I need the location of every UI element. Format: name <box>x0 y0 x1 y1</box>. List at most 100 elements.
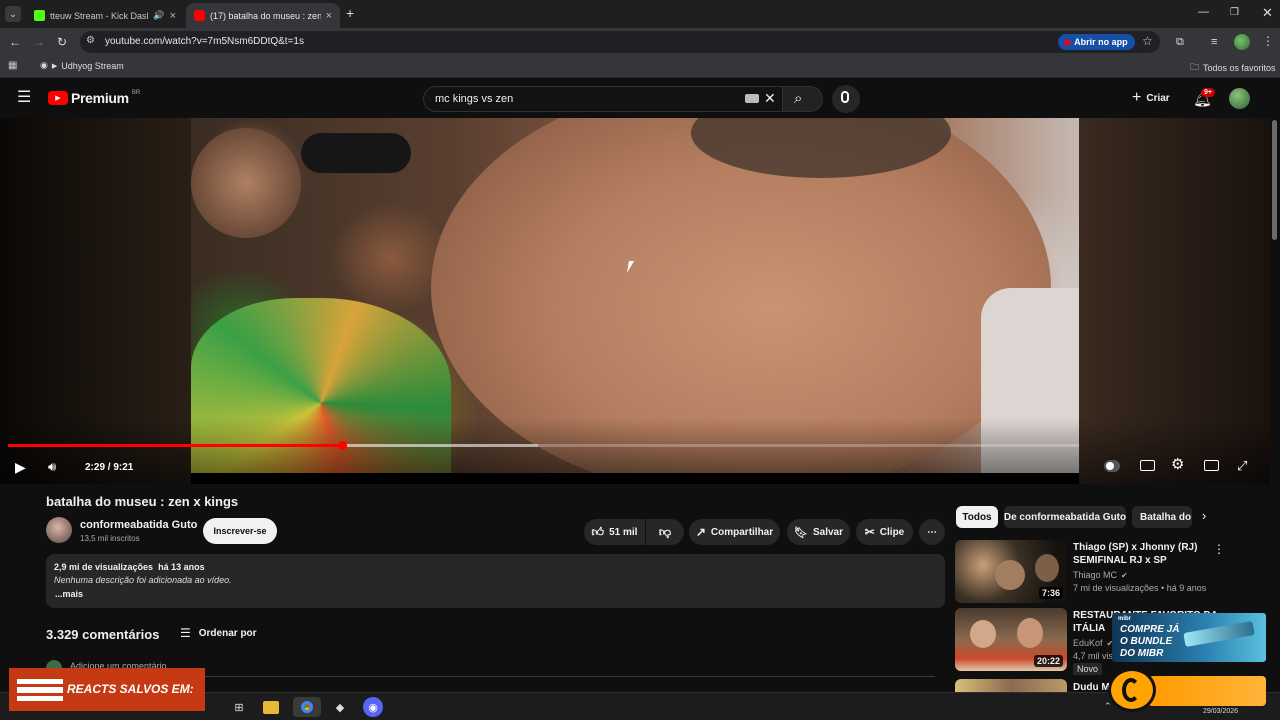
create-button[interactable]: + Criar <box>1132 89 1170 106</box>
app-icon-diamond[interactable]: ◆ <box>330 697 350 717</box>
recommendation-item[interactable]: 7:36 Thiago (SP) x Jhonny (RJ) SEMIFINAL… <box>955 540 1265 605</box>
thumb-face <box>995 560 1025 590</box>
account-avatar[interactable] <box>1229 88 1250 109</box>
plus-icon: + <box>1132 89 1142 106</box>
fullscreen-icon[interactable]: ⤢ <box>1237 458 1247 474</box>
hamburger-menu-icon[interactable]: ☰ <box>17 90 31 106</box>
share-button[interactable]: ↗ Compartilhar <box>689 519 780 545</box>
close-tab-icon[interactable]: × <box>326 10 332 22</box>
app-icon-discord[interactable]: ◉ <box>363 697 383 717</box>
mibr-promo-banner: mibr COMPRE JÁ O BUNDLE DO MIBR <box>1112 613 1266 662</box>
brand-mark <box>1122 678 1140 702</box>
reload-icon[interactable]: ↻ <box>57 35 67 49</box>
save-button[interactable]: 🔖︎ Salvar <box>787 519 850 545</box>
tab-search-button[interactable]: ⌄ <box>5 6 21 22</box>
tab-title: (17) batalha do museu : zen x k <box>210 10 321 21</box>
search-button[interactable]: ⌕ <box>783 86 823 112</box>
play-icon[interactable]: ▶ <box>15 459 26 475</box>
forward-icon[interactable]: → <box>33 35 45 49</box>
like-button[interactable]: 👍︎ 51 mil <box>584 519 645 545</box>
controls-gradient <box>0 418 1270 484</box>
thumbs-down-icon: 👎︎ <box>658 524 672 539</box>
back-icon[interactable]: ← <box>9 35 21 49</box>
settings-gear-icon[interactable]: ⚙ <box>1171 457 1184 473</box>
video-thumbnail[interactable] <box>955 679 1067 692</box>
clear-search-icon[interactable]: ✕ <box>764 90 776 107</box>
clip-label: Clipe <box>879 526 905 538</box>
video-player[interactable]: ▶ 🔊︎ 2:29 / 9:21 ⚙ ⤢ <box>0 118 1270 484</box>
browser-menu-icon[interactable]: ⋮ <box>1262 34 1274 48</box>
youtube-favicon-icon <box>194 10 205 21</box>
chip-related[interactable]: Batalha do <box>1132 506 1192 528</box>
close-tab-icon[interactable]: × <box>170 10 176 22</box>
thumbs-up-icon: 👍︎ <box>591 524 605 539</box>
page-scrollbar[interactable] <box>1270 118 1280 692</box>
site-info-icon[interactable]: ⚙ <box>86 35 95 46</box>
youtube-premium-logo[interactable]: ▶ Premium BR <box>48 90 140 106</box>
tab-youtube[interactable]: (17) batalha do museu : zen x k × <box>186 3 340 28</box>
tab-title: tteuw Stream - Kick Dashbo <box>50 10 148 21</box>
channel-label: Thiago MC <box>1073 570 1118 580</box>
recommendation-menu-icon[interactable]: ⋮ <box>1213 542 1225 556</box>
chip-all[interactable]: Todos <box>956 506 998 528</box>
description-box[interactable]: 2,9 mi de visualizações há 13 anos Nenhu… <box>46 554 945 608</box>
playlist-icon[interactable]: ≡ <box>1211 35 1217 49</box>
chips-next-icon[interactable]: › <box>1202 508 1206 523</box>
open-in-app-button[interactable]: ▶ Abrir no app <box>1058 34 1135 50</box>
new-tab-button[interactable]: + <box>346 5 354 21</box>
close-window-icon[interactable]: ✕ <box>1262 5 1273 21</box>
chrome-icon[interactable] <box>293 697 321 717</box>
scrollbar-thumb[interactable] <box>1272 120 1277 240</box>
video-title: batalha do museu : zen x kings <box>46 494 239 509</box>
profile-avatar[interactable] <box>1234 34 1250 50</box>
verified-icon: ✔ <box>1121 570 1128 580</box>
new-badge: Novo <box>1073 663 1103 675</box>
promo-line-3: DO MIBR <box>1120 648 1164 659</box>
url-bar[interactable]: ⚙ youtube.com/watch?v=7m5Nsm6DDtQ&t=1s ▶… <box>80 31 1160 53</box>
channel-name[interactable]: conformeabatida Guto <box>80 519 197 531</box>
face-background-left <box>191 128 301 238</box>
keyboard-icon[interactable] <box>745 94 759 103</box>
stream-brand-overlay <box>1108 668 1268 712</box>
volume-icon[interactable]: 🔊︎ <box>48 459 56 475</box>
extensions-icon[interactable]: ⧉ <box>1176 35 1184 49</box>
voice-search-button[interactable] <box>832 85 860 113</box>
search-input[interactable]: mc kings vs zen ✕ <box>423 86 783 112</box>
comments-count: 3.329 comentários <box>46 627 160 642</box>
tab-kick-dashboard[interactable]: tteuw Stream - Kick Dashbo 🔊 × <box>26 3 184 28</box>
restore-icon[interactable]: ❐ <box>1230 7 1239 18</box>
share-label: Compartilhar <box>710 526 774 538</box>
bookmark-star-icon[interactable]: ☆ <box>1142 34 1153 48</box>
task-view-icon[interactable]: ⊞ <box>229 697 249 717</box>
file-explorer-icon[interactable] <box>263 701 279 714</box>
clip-button[interactable]: ✂ Clipe <box>856 519 913 545</box>
subscribe-button[interactable]: Inscrever-se <box>203 518 277 544</box>
theater-mode-icon[interactable] <box>1204 460 1219 471</box>
sort-comments-button[interactable]: ☰ Ordenar por <box>180 626 257 640</box>
youtube-small-icon: ▶ <box>1065 37 1075 47</box>
bookmark-udhyog[interactable]: ◉ ▶ Udhyog Stream <box>40 60 124 71</box>
folder-icon: 🗀 <box>1190 62 1200 72</box>
like-count: 51 mil <box>609 526 638 538</box>
video-thumbnail[interactable]: 7:36 <box>955 540 1067 603</box>
chip-from-channel[interactable]: De conformeabatida Guto <box>1004 506 1126 528</box>
reacts-overlay: REACTS SALVOS EM: <box>9 668 205 711</box>
notifications-button[interactable]: 🔔︎ 9+ <box>1193 88 1215 109</box>
minimize-icon[interactable]: — <box>1198 6 1209 18</box>
all-bookmarks[interactable]: 🗀 Todos os favoritos <box>1190 60 1276 76</box>
thumb-face <box>1035 554 1059 582</box>
sort-label: Ordenar por <box>198 627 257 639</box>
apps-grid-icon[interactable]: ▦ <box>8 60 17 71</box>
video-thumbnail[interactable]: 20:22 <box>955 608 1067 671</box>
dislike-button[interactable]: 👎︎ <box>646 519 684 545</box>
subtitles-icon[interactable] <box>1140 460 1155 471</box>
browser-tab-bar: ⌄ tteuw Stream - Kick Dashbo 🔊 × (17) ba… <box>0 0 1280 28</box>
share-arrow-icon: ↗ <box>695 525 706 539</box>
channel-avatar[interactable] <box>46 517 72 543</box>
more-actions-button[interactable]: ⋯ <box>919 519 945 545</box>
progress-bar[interactable] <box>8 441 1079 450</box>
thumb-face <box>1017 618 1043 648</box>
duration-badge: 7:36 <box>1038 587 1063 599</box>
autoplay-toggle-icon[interactable] <box>1104 460 1120 472</box>
show-more-link[interactable]: ...mais <box>55 589 83 599</box>
